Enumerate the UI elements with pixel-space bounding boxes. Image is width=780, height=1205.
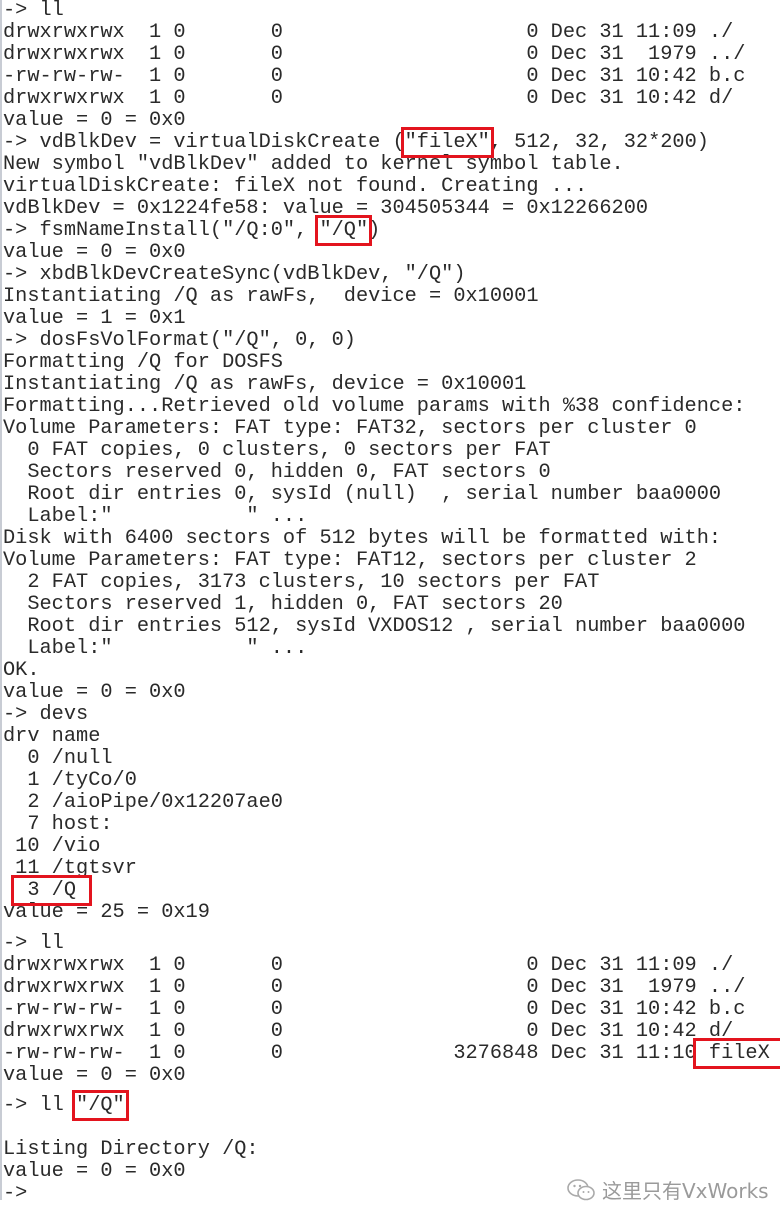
terminal-line: vdBlkDev = 0x1224fe58: value = 304505344… bbox=[3, 197, 649, 220]
terminal-line: -> ll "/Q" bbox=[3, 1090, 259, 1121]
terminal-line: Listing Directory /Q: bbox=[3, 1138, 259, 1161]
highlight-box: fileX bbox=[692, 1038, 780, 1069]
terminal-line: 0 /null bbox=[3, 747, 113, 770]
terminal-line: 7 host: bbox=[3, 813, 113, 836]
line-text: -> ll bbox=[3, 1094, 77, 1117]
terminal-line: drwxrwxrwx 1 0 0 0 Dec 31 11:09 ./ bbox=[3, 954, 734, 977]
terminal-line: Instantiating /Q as rawFs, device = 0x10… bbox=[3, 373, 527, 396]
terminal-line: Formatting /Q for DOSFS bbox=[3, 351, 283, 374]
highlight-box: "/Q" bbox=[72, 1090, 129, 1121]
line-text bbox=[3, 879, 15, 902]
terminal-line: drwxrwxrwx 1 0 0 0 Dec 31 1979 ../ bbox=[3, 976, 746, 999]
line-text: -> fsmNameInstall("/Q:0", bbox=[3, 219, 320, 242]
terminal-line: -> fsmNameInstall("/Q:0", "/Q") bbox=[3, 215, 745, 246]
terminal-line: -rw-rw-rw- 1 0 0 0 Dec 31 10:42 b.c bbox=[3, 998, 746, 1021]
window-left-edge bbox=[0, 0, 2, 1200]
terminal-line: Label:" " ... bbox=[3, 505, 308, 528]
terminal-line: Sectors reserved 0, hidden 0, FAT sector… bbox=[3, 461, 551, 484]
terminal-line: Root dir entries 512, sysId VXDOS12 , se… bbox=[3, 615, 746, 638]
terminal-line: 2 /aioPipe/0x12207ae0 bbox=[3, 791, 283, 814]
terminal-line: value = 0 = 0x0 bbox=[3, 109, 186, 132]
terminal-line: Disk with 6400 sectors of 512 bytes will… bbox=[3, 527, 722, 550]
terminal-line: -> ll bbox=[3, 0, 64, 22]
highlight-box: 3 /Q bbox=[11, 875, 93, 906]
terminal-line: OK. bbox=[3, 659, 40, 682]
terminal-line: -> vdBlkDev = virtualDiskCreate ("fileX"… bbox=[3, 127, 745, 158]
terminal-line: drwxrwxrwx 1 0 0 0 Dec 31 11:09 ./ bbox=[3, 21, 734, 44]
terminal-line: value = 25 = 0x19 bbox=[3, 901, 210, 924]
terminal-line: value = 0 = 0x0 bbox=[3, 681, 186, 704]
terminal-line: Volume Parameters: FAT type: FAT32, sect… bbox=[3, 417, 697, 440]
wechat-icon bbox=[567, 1178, 595, 1200]
terminal-line: drwxrwxrwx 1 0 0 0 Dec 31 1979 ../ bbox=[3, 43, 746, 66]
terminal-line: 11 /tgtsvr bbox=[3, 857, 137, 880]
terminal-line: drv name bbox=[3, 725, 101, 748]
terminal-output-segment: -> ll drwxrwxrwx 1 0 0 0 Dec 31 11:09 ./d… bbox=[3, 933, 780, 1087]
terminal-line: Sectors reserved 1, hidden 0, FAT sector… bbox=[3, 593, 563, 616]
terminal-line: 2 FAT copies, 3173 clusters, 10 sectors … bbox=[3, 571, 600, 594]
terminal-line: New symbol "vdBlkDev" added to kernel sy… bbox=[3, 153, 624, 176]
terminal-line: -> dosFsVolFormat("/Q", 0, 0) bbox=[3, 329, 356, 352]
terminal-line: Root dir entries 0, sysId (null) , seria… bbox=[3, 483, 722, 506]
terminal-line: -> xbdBlkDevCreateSync(vdBlkDev, "/Q") bbox=[3, 263, 466, 286]
terminal-line: -> devs bbox=[3, 703, 89, 726]
line-text: , 512, 32, 32*200) bbox=[489, 131, 709, 154]
terminal-line: value = 0 = 0x0 bbox=[3, 241, 186, 264]
terminal-output-segment: -> ll drwxrwxrwx 1 0 0 0 Dec 31 11:09 ./d… bbox=[3, 0, 745, 924]
line-text: ) bbox=[368, 219, 381, 242]
terminal-line: Instantiating /Q as rawFs, device = 0x10… bbox=[3, 285, 539, 308]
highlight-box: "fileX" bbox=[400, 127, 494, 158]
terminal-line: value = 0 = 0x0 bbox=[3, 1064, 186, 1087]
terminal-line: 3 /Q bbox=[3, 875, 745, 906]
terminal-line: drwxrwxrwx 1 0 0 0 Dec 31 10:42 d/ bbox=[3, 87, 734, 110]
terminal-line: -rw-rw-rw- 1 0 0 0 Dec 31 10:42 b.c bbox=[3, 65, 746, 88]
terminal-line: Formatting...Retrieved old volume params… bbox=[3, 395, 746, 418]
terminal-output-segment[interactable]: -> ll "/Q" Listing Directory /Q: value = 0… bbox=[3, 1090, 259, 1205]
terminal-line: Volume Parameters: FAT type: FAT12, sect… bbox=[3, 549, 697, 572]
terminal-line: 0 FAT copies, 0 clusters, 0 sectors per … bbox=[3, 439, 551, 462]
terminal-line: Label:" " ... bbox=[3, 637, 308, 660]
terminal-line: value = 0 = 0x0 bbox=[3, 1160, 186, 1183]
terminal-line: -> ll bbox=[3, 932, 64, 955]
terminal-line: -> bbox=[3, 1182, 28, 1205]
terminal-line: drwxrwxrwx 1 0 0 0 Dec 31 10:42 d/ bbox=[3, 1020, 734, 1043]
highlight-box: "/Q" bbox=[315, 215, 373, 246]
terminal-line: value = 1 = 0x1 bbox=[3, 307, 186, 330]
line-text: -rw-rw-rw- 1 0 0 3276848 Dec 31 11:10 bbox=[3, 1042, 697, 1065]
line-text: -> vdBlkDev = virtualDiskCreate ( bbox=[3, 131, 405, 154]
terminal-line: 1 /tyCo/0 bbox=[3, 769, 137, 792]
terminal-line: 10 /vio bbox=[3, 835, 101, 858]
terminal-line: virtualDiskCreate: fileX not found. Crea… bbox=[3, 175, 588, 198]
terminal-line: -rw-rw-rw- 1 0 0 3276848 Dec 31 11:10 fi… bbox=[3, 1038, 780, 1069]
